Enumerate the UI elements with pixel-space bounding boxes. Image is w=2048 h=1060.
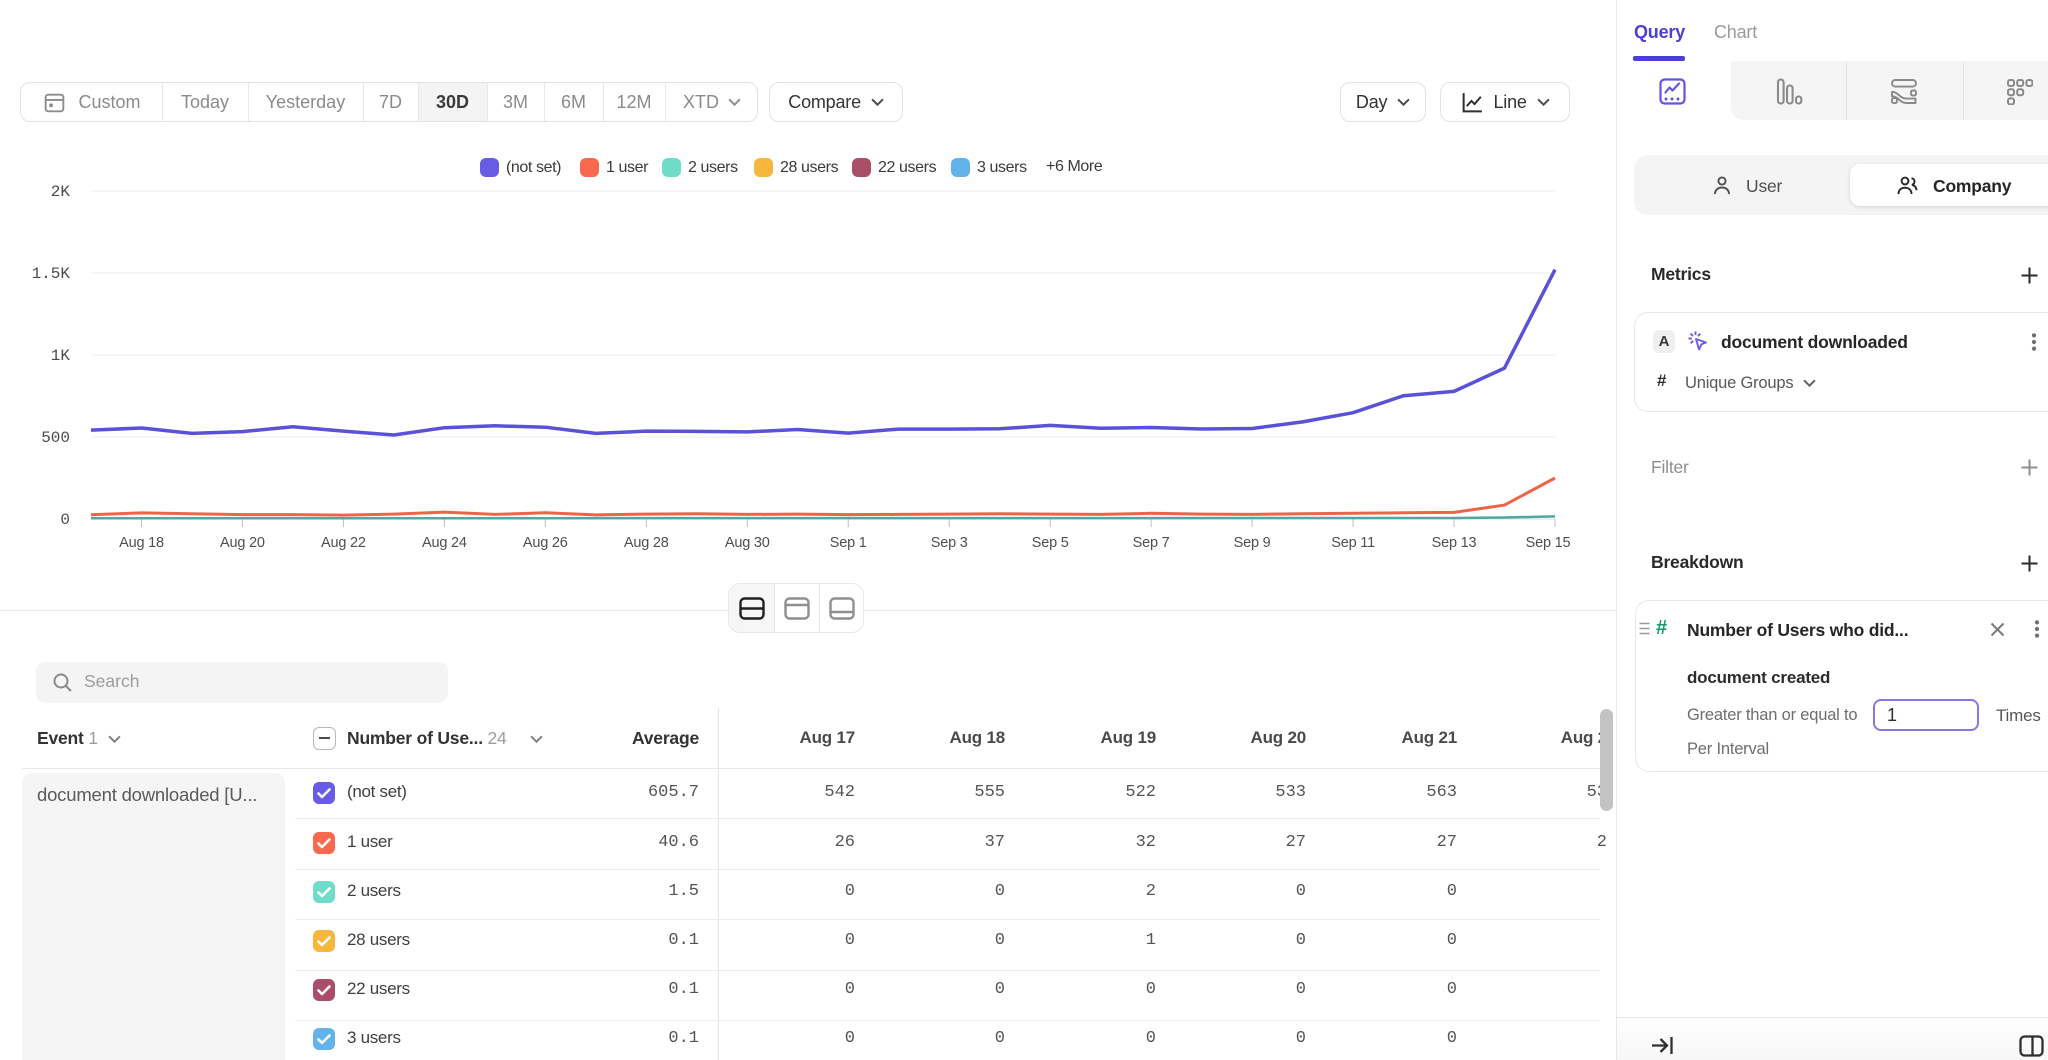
svg-text:Aug 26: Aug 26 — [523, 535, 568, 551]
svg-text:Sep 15: Sep 15 — [1526, 535, 1571, 551]
svg-text:Aug 24: Aug 24 — [422, 535, 467, 551]
svg-text:Sep 1: Sep 1 — [830, 535, 867, 551]
svg-text:Aug 30: Aug 30 — [725, 535, 770, 551]
svg-text:1K: 1K — [51, 347, 71, 365]
svg-text:Sep 13: Sep 13 — [1432, 535, 1477, 551]
svg-text:Aug 28: Aug 28 — [624, 535, 669, 551]
svg-text:500: 500 — [41, 429, 70, 447]
svg-text:1.5K: 1.5K — [32, 265, 71, 283]
svg-text:Sep 5: Sep 5 — [1032, 535, 1069, 551]
svg-text:Sep 7: Sep 7 — [1133, 535, 1170, 551]
svg-text:Sep 9: Sep 9 — [1234, 535, 1271, 551]
svg-text:2K: 2K — [51, 183, 71, 201]
svg-text:Aug 22: Aug 22 — [321, 535, 366, 551]
svg-text:Aug 18: Aug 18 — [119, 535, 164, 551]
svg-text:Aug 20: Aug 20 — [220, 535, 265, 551]
svg-text:Sep 3: Sep 3 — [931, 535, 968, 551]
svg-text:0: 0 — [60, 511, 70, 529]
svg-text:Sep 11: Sep 11 — [1331, 535, 1375, 551]
